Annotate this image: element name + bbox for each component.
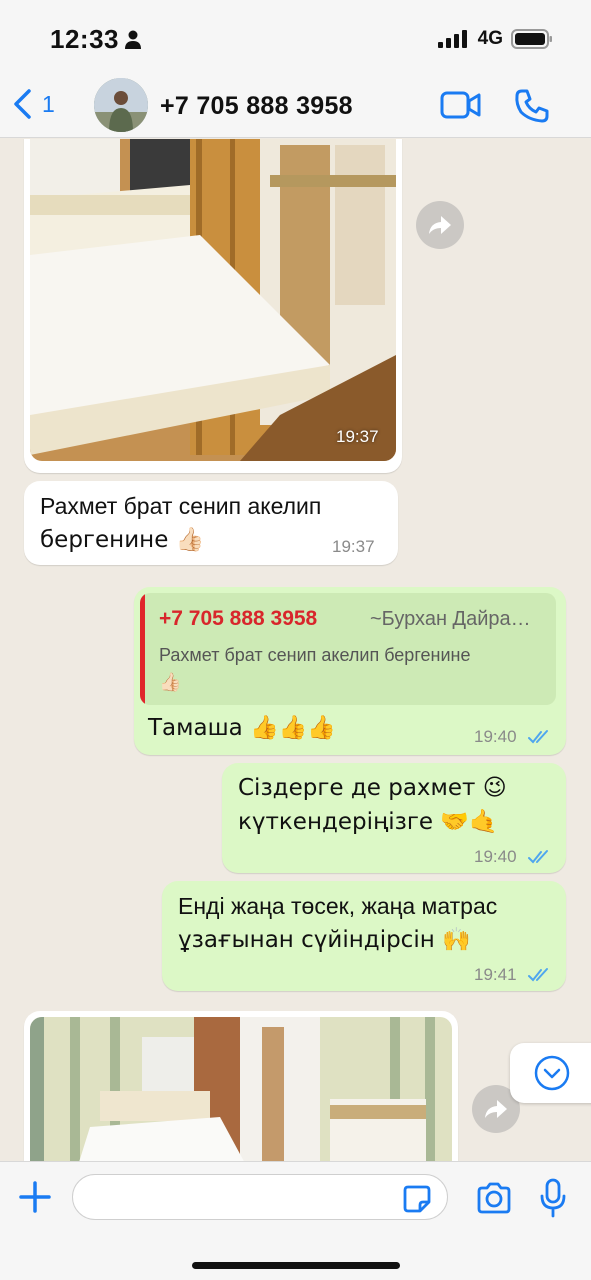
message-text-line1: Сіздерге де рахмет 😉 <box>238 775 507 801</box>
avatar[interactable] <box>94 78 148 132</box>
status-indicators: 4G <box>437 28 553 50</box>
unread-count: 1 <box>42 90 55 117</box>
chevron-down-icon <box>534 1055 570 1091</box>
forward-button[interactable] <box>416 201 464 249</box>
chevron-left-icon <box>14 89 31 119</box>
back-button[interactable]: 1 <box>12 88 55 120</box>
message-text-line2: бергенине 👍🏻 <box>40 527 205 553</box>
sticker-icon[interactable] <box>402 1184 432 1214</box>
plus-icon[interactable] <box>18 1180 52 1214</box>
message-text-line1: Рахмет брат сенип акелип <box>40 493 322 519</box>
home-indicator <box>192 1262 400 1269</box>
microphone-icon[interactable] <box>540 1178 566 1218</box>
message-text-line2: ұзағынан сүйіндірсін 🙌 <box>178 927 471 953</box>
quote-phone: +7 705 888 3958 <box>159 607 318 630</box>
message-time: 19:37 <box>336 427 379 446</box>
bedroom-photo[interactable] <box>30 1017 452 1161</box>
phone-icon[interactable] <box>514 88 550 124</box>
double-check-icon <box>528 850 548 864</box>
message-text: Тамаша 👍👍👍 <box>148 715 336 741</box>
message-text-line1: Енді жаңа төсек, жаңа матрас <box>178 893 498 919</box>
camera-icon[interactable] <box>476 1182 512 1214</box>
chat-header: 1 +7 705 888 3958 <box>0 78 591 138</box>
contact-name[interactable]: +7 705 888 3958 <box>160 92 353 121</box>
message-input[interactable] <box>72 1174 448 1220</box>
photo-message[interactable]: 19:37 <box>24 139 402 473</box>
quote-author: ~Бурхан Дайра… <box>370 608 531 630</box>
quote-text-line1: Рахмет брат сенип акелип бергенине <box>159 645 471 665</box>
quote-text: Рахмет брат сенип акелип бергенине 👍🏻 <box>159 641 539 697</box>
battery-icon <box>511 29 552 49</box>
network-type: 4G <box>477 28 503 49</box>
message-bubble-in[interactable]: Рахмет брат сенип акелип бергенине 👍🏻 19… <box>24 481 398 565</box>
message-time: 19:41 <box>474 965 517 984</box>
avatar-image <box>94 78 148 132</box>
forward-icon <box>429 216 451 234</box>
message-bubble-out[interactable]: Сіздерге де рахмет 😉 күткендеріңізге 🤝🤙 … <box>222 763 566 873</box>
input-bar <box>0 1161 591 1280</box>
message-time: 19:37 <box>332 537 375 556</box>
photo-message[interactable] <box>24 1011 458 1161</box>
bedroom-photo[interactable]: 19:37 <box>30 139 396 461</box>
chat-area[interactable]: 19:37 Рахмет брат сенип акелип бергенине… <box>0 139 591 1161</box>
person-icon <box>125 30 141 49</box>
forward-icon <box>485 1100 507 1118</box>
quote-bar <box>140 593 145 705</box>
status-bar: 12:33 4G <box>0 0 591 78</box>
double-check-icon <box>528 968 548 982</box>
bedroom-photo-image <box>30 1017 452 1161</box>
bedroom-photo-image <box>30 139 396 461</box>
message-time: 19:40 <box>474 847 517 866</box>
message-time: 19:40 <box>474 727 517 746</box>
status-time: 12:33 <box>50 24 119 54</box>
message-text-line2: күткендеріңізге 🤝🤙 <box>238 809 498 835</box>
quote-text-line2: 👍🏻 <box>159 672 182 693</box>
message-bubble-out[interactable]: Енді жаңа төсек, жаңа матрас ұзағынан сү… <box>162 881 566 991</box>
reply-message-bubble[interactable]: +7 705 888 3958 ~Бурхан Дайра… Рахмет бр… <box>134 587 566 755</box>
scroll-to-bottom-button[interactable] <box>510 1043 591 1103</box>
video-camera-icon[interactable] <box>440 90 482 120</box>
quoted-message[interactable]: +7 705 888 3958 ~Бурхан Дайра… Рахмет бр… <box>140 593 556 705</box>
signal-icon <box>437 30 467 48</box>
double-check-icon <box>528 730 548 744</box>
